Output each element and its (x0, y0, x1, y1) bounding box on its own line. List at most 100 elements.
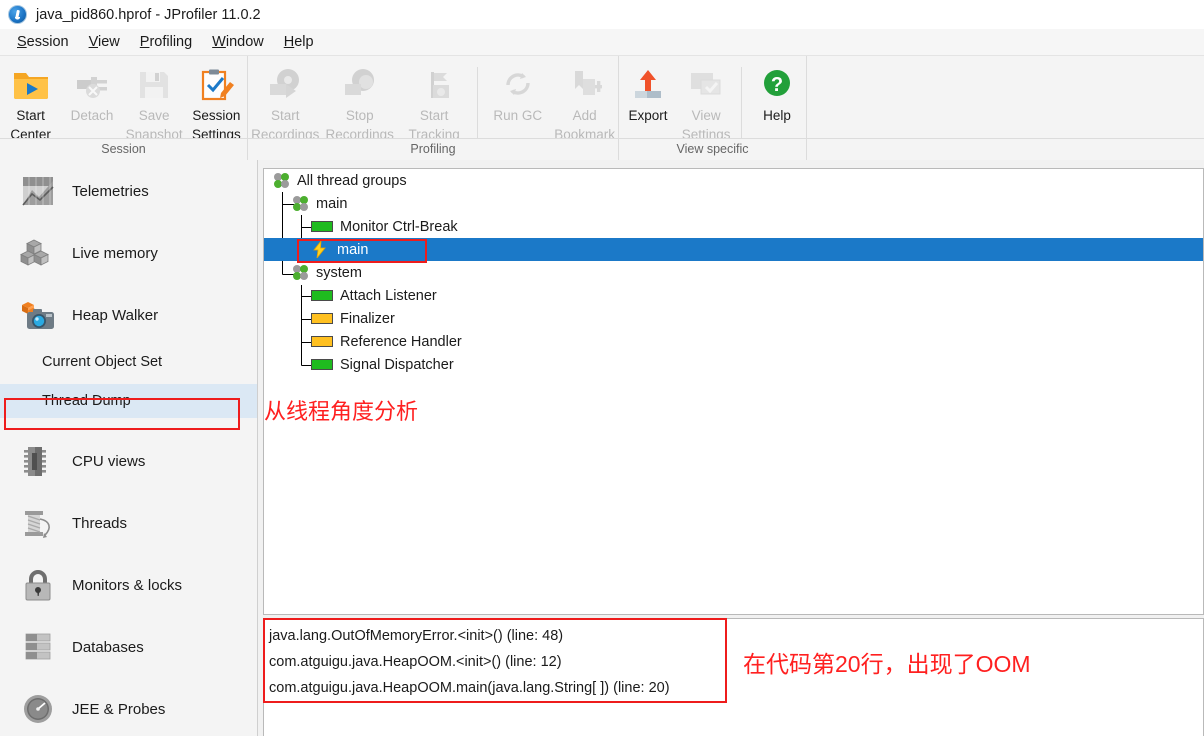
thread-group-icon (274, 172, 290, 189)
session-settings-button[interactable]: Session Settings (186, 61, 247, 142)
tree-row-reference-handler[interactable]: Reference Handler (264, 330, 1203, 353)
sidebar-item-live-memory-label: Live memory (72, 244, 158, 262)
recycle-icon (500, 64, 536, 104)
save-snapshot-label-1: Save (138, 108, 170, 123)
lightning-bolt-icon (311, 241, 328, 258)
tree-row-reference-handler-label: Reference Handler (340, 333, 462, 350)
thread-tree-panel[interactable]: All thread groups main Monitor Ctrl-Brea… (263, 168, 1204, 615)
ribbon-group-profiling: Start Recordings Stop Recordings Start T… (247, 56, 618, 160)
ribbon-group-view-specific: Export View Settings ? Help View specifi… (618, 56, 806, 160)
tree-row-monitor-ctrl-break[interactable]: Monitor Ctrl-Break (264, 215, 1203, 238)
sidebar-item-jee-probes[interactable]: JEE & Probes (0, 678, 257, 736)
thread-group-icon (293, 264, 309, 281)
tree-row-attach-listener[interactable]: Attach Listener (264, 284, 1203, 307)
tree-row-all-thread-groups[interactable]: All thread groups (264, 169, 1203, 192)
start-center-button[interactable]: Start Center (0, 61, 61, 142)
tree-row-group-system-label: system (316, 264, 362, 281)
tree-row-finalizer[interactable]: Finalizer (264, 307, 1203, 330)
green-question-icon: ? (760, 64, 794, 104)
status-bar-green-icon (311, 221, 333, 232)
status-bar-yellow-icon (311, 313, 333, 324)
folder-play-icon (12, 64, 50, 104)
sidebar-item-cpu-views[interactable]: CPU views (0, 430, 257, 492)
database-stack-icon (18, 627, 58, 667)
ribbon-group-session: Start Center Detach Save Snapshot Sessio… (0, 56, 247, 160)
ribbon-group-session-label: Session (0, 138, 247, 160)
record-start-icon (266, 64, 304, 104)
help-label: Help (763, 108, 791, 123)
tree-row-group-system[interactable]: system (264, 261, 1203, 284)
sidebar-item-threads-label: Threads (72, 514, 128, 532)
sidebar-item-monitors-locks-label: Monitors & locks (72, 576, 183, 594)
chart-telemetry-icon (18, 171, 58, 211)
menu-view[interactable]: View (79, 32, 130, 52)
tree-row-group-main[interactable]: main (264, 192, 1203, 215)
tree-row-all-thread-groups-label: All thread groups (297, 172, 407, 189)
record-stop-icon (341, 64, 379, 104)
start-tracking-button[interactable]: Start Tracking (397, 61, 471, 142)
status-bar-green-icon (311, 290, 333, 301)
cpu-chip-icon (18, 441, 58, 481)
start-recordings-label-1: Start (270, 108, 300, 123)
add-bookmark-label-1: Add (572, 108, 597, 123)
sidebar-item-heap-walker[interactable]: Heap Walker (0, 284, 257, 346)
sidebar-item-thread-dump[interactable]: Thread Dump (0, 384, 257, 418)
view-settings-label-1: View (691, 108, 721, 123)
sidebar-item-databases[interactable]: Databases (0, 616, 257, 678)
status-bar-yellow-icon (311, 336, 333, 347)
menu-profiling[interactable]: Profiling (130, 32, 202, 52)
sidebar-item-monitors-locks[interactable]: Monitors & locks (0, 554, 257, 616)
sidebar-item-current-object-set-label: Current Object Set (42, 354, 163, 370)
sidebar-item-live-memory[interactable]: Live memory (0, 222, 257, 284)
jprofiler-window: java_pid860.hprof - JProfiler 11.0.2 Ses… (0, 0, 1204, 736)
padlock-icon (18, 565, 58, 605)
start-center-label-1: Start (16, 108, 45, 123)
jprofiler-logo-icon (8, 5, 27, 24)
tree-row-signal-dispatcher[interactable]: Signal Dispatcher (264, 353, 1203, 376)
sidebar-item-jee-probes-label: JEE & Probes (72, 700, 166, 718)
thread-spool-icon (18, 503, 58, 543)
left-sidebar: Telemetries Live memory Heap Walker Curr… (0, 160, 258, 736)
sidebar-item-heap-walker-label: Heap Walker (72, 306, 159, 324)
start-tracking-label-1: Start (419, 108, 449, 123)
sidebar-item-threads[interactable]: Threads (0, 492, 257, 554)
detach-label: Detach (70, 108, 114, 123)
menu-help[interactable]: Help (274, 32, 324, 52)
session-settings-label-1: Session (192, 108, 241, 123)
sidebar-item-telemetries[interactable]: Telemetries (0, 160, 257, 222)
export-label: Export (628, 108, 668, 123)
tree-row-thread-main[interactable]: main (264, 238, 1203, 261)
stop-recordings-button[interactable]: Stop Recordings (322, 61, 396, 142)
export-up-arrow-icon (631, 64, 665, 104)
run-gc-button[interactable]: Run GC (484, 61, 551, 123)
ribbon-group-view-specific-label: View specific (619, 138, 806, 160)
bookmark-icon (566, 64, 604, 104)
plug-detach-icon (73, 64, 111, 104)
tree-row-signal-dispatcher-label: Signal Dispatcher (340, 356, 454, 373)
add-bookmark-button[interactable]: Add Bookmark (551, 61, 618, 142)
stop-recordings-label-1: Stop (345, 108, 374, 123)
sidebar-item-current-object-set[interactable]: Current Object Set (0, 346, 257, 378)
window-check-icon (687, 64, 725, 104)
window-title: java_pid860.hprof - JProfiler 11.0.2 (36, 6, 261, 23)
help-button[interactable]: ? Help (748, 61, 806, 123)
floppy-disk-icon (136, 64, 172, 104)
save-snapshot-button[interactable]: Save Snapshot (123, 61, 186, 142)
ribbon-group-profiling-label: Profiling (248, 138, 618, 160)
detach-button[interactable]: Detach (61, 61, 122, 123)
export-button[interactable]: Export (619, 61, 677, 123)
stack-trace-panel[interactable]: java.lang.OutOfMemoryError.<init>() (lin… (263, 618, 1204, 736)
view-settings-button[interactable]: View Settings (677, 61, 735, 142)
stack-trace-line: com.atguigu.java.HeapOOM.main(java.lang.… (269, 680, 670, 696)
menu-window[interactable]: Window (202, 32, 274, 52)
ribbon-filler-label (807, 138, 1204, 160)
camera-heap-icon (18, 295, 58, 335)
thread-group-icon (293, 195, 309, 212)
tree-row-attach-listener-label: Attach Listener (340, 287, 437, 304)
ribbon-inner-divider-profiling (477, 67, 479, 141)
sidebar-item-telemetries-label: Telemetries (72, 182, 149, 200)
tree-row-monitor-ctrl-break-label: Monitor Ctrl-Break (340, 218, 458, 235)
menu-session[interactable]: Session (7, 32, 79, 52)
start-recordings-button[interactable]: Start Recordings (248, 61, 322, 142)
sidebar-item-cpu-views-label: CPU views (72, 452, 146, 470)
